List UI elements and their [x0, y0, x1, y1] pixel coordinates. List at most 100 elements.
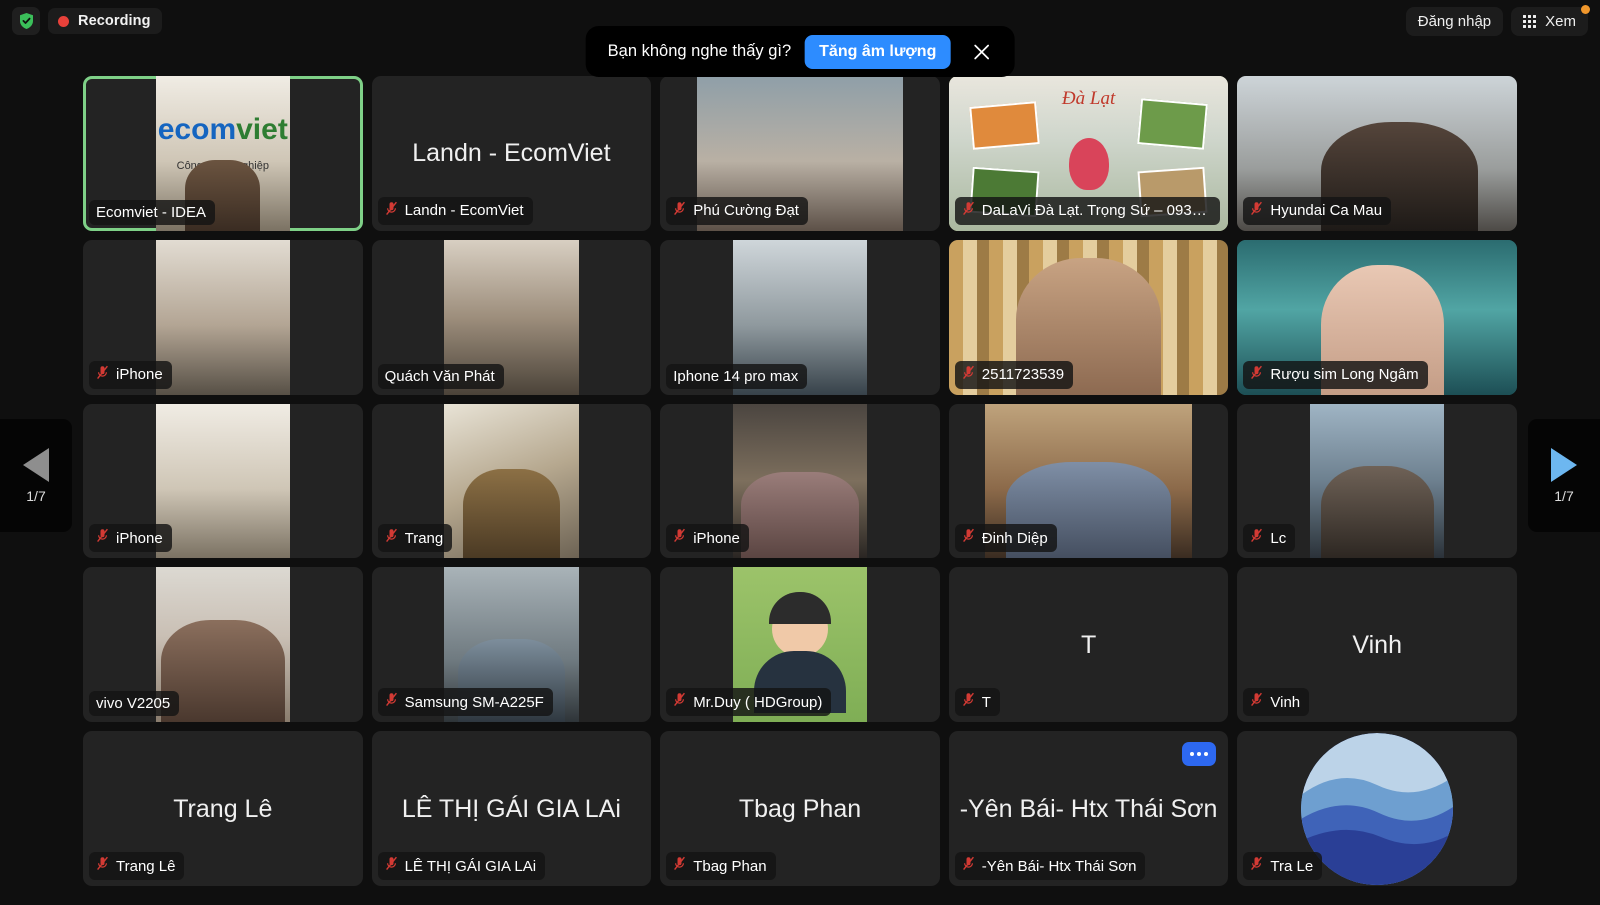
increase-volume-button[interactable]: Tăng âm lượng [805, 35, 950, 69]
participant-name-chip: Phú Cường Đạt [666, 197, 808, 225]
muted-mic-icon [962, 365, 975, 385]
participant-name-chip: Tra Le [1243, 852, 1322, 880]
participant-tile[interactable]: iPhone [83, 240, 363, 395]
notification-dot-icon [1581, 5, 1590, 14]
participant-name: Phú Cường Đạt [693, 202, 799, 219]
participant-name-chip: Ecomviet - IDEA [89, 200, 215, 225]
view-label: Xem [1545, 13, 1576, 30]
top-bar-left: Recording [12, 7, 162, 35]
muted-mic-icon [962, 528, 975, 548]
participant-name: Ecomviet - IDEA [96, 204, 206, 221]
participant-tile[interactable]: Landn - EcomViet Landn - EcomViet [372, 76, 652, 231]
participant-tile[interactable]: Tbag Phan Tbag Phan [660, 731, 940, 886]
audio-banner: Bạn không nghe thấy gì? Tăng âm lượng [586, 26, 1015, 77]
recording-label: Recording [78, 13, 151, 29]
participant-tile[interactable]: ecomviet Công tác ... nghiệp Ecomviet - … [83, 76, 363, 231]
participant-name-chip: iPhone [89, 361, 172, 389]
participant-name-chip: Đinh Diệp [955, 524, 1057, 552]
participant-name: Samsung SM-A225F [405, 694, 544, 711]
video-feed [156, 240, 290, 395]
participant-tile[interactable]: iPhone [83, 404, 363, 559]
muted-mic-icon [385, 528, 398, 548]
participant-name: iPhone [116, 530, 163, 547]
muted-mic-icon [96, 856, 109, 876]
participant-tile[interactable]: Vinh Vinh [1237, 567, 1517, 722]
recording-dot-icon [58, 16, 69, 27]
audio-banner-message: Bạn không nghe thấy gì? [608, 42, 791, 61]
muted-mic-icon [385, 856, 398, 876]
previous-page-button[interactable]: 1/7 [0, 419, 72, 532]
participant-tile[interactable]: LÊ THỊ GÁI GIA LAi LÊ THỊ GÁI GIA LAi [372, 731, 652, 886]
muted-mic-icon [385, 692, 398, 712]
grid-icon [1523, 15, 1536, 28]
muted-mic-icon [673, 528, 686, 548]
login-button[interactable]: Đăng nhập [1406, 7, 1503, 36]
shield-check-icon[interactable] [12, 7, 40, 35]
video-feed [156, 404, 290, 559]
participant-tile[interactable]: Lc [1237, 404, 1517, 559]
participant-tile[interactable]: 2511723539 [949, 240, 1229, 395]
muted-mic-icon [96, 528, 109, 548]
close-icon[interactable] [966, 37, 996, 67]
recording-indicator[interactable]: Recording [48, 8, 162, 34]
muted-mic-icon [1250, 365, 1263, 385]
participant-name-chip: 2511723539 [955, 361, 1073, 389]
participant-tile[interactable]: Trang Lê Trang Lê [83, 731, 363, 886]
participant-name: Đinh Diệp [982, 530, 1048, 547]
participant-tile[interactable]: Quách Văn Phát [372, 240, 652, 395]
participant-tile[interactable]: Tra Le [1237, 731, 1517, 886]
participant-name-chip: Rượu sim Long Ngâm [1243, 361, 1427, 389]
muted-mic-icon [1250, 528, 1263, 548]
muted-mic-icon [962, 201, 975, 221]
participant-name-chip: vivo V2205 [89, 691, 179, 716]
participant-tile[interactable]: Iphone 14 pro max [660, 240, 940, 395]
participant-grid: ecomviet Công tác ... nghiệp Ecomviet - … [83, 76, 1517, 886]
participant-name: T [982, 694, 991, 711]
participant-name: vivo V2205 [96, 695, 170, 712]
participant-tile[interactable]: Rượu sim Long Ngâm [1237, 240, 1517, 395]
participant-name-chip: T [955, 688, 1000, 716]
participant-name-chip: Landn - EcomViet [378, 197, 533, 225]
muted-mic-icon [673, 856, 686, 876]
participant-name: Landn - EcomViet [405, 202, 524, 219]
participant-name-chip: -Yên Bái- Htx Thái Sơn [955, 852, 1146, 880]
muted-mic-icon [1250, 201, 1263, 221]
participant-name-chip: Trang [378, 524, 453, 552]
participant-tile[interactable]: T T [949, 567, 1229, 722]
participant-tile[interactable]: iPhone [660, 404, 940, 559]
participant-tile[interactable]: Mr.Duy ( HDGroup) [660, 567, 940, 722]
participant-name: Mr.Duy ( HDGroup) [693, 694, 822, 711]
participant-name: Lc [1270, 530, 1286, 547]
participant-tile[interactable]: Đà Lạt DaLaVi Đà Lạt. Trọng Sứ – 0934...… [949, 76, 1229, 231]
participant-name-chip: Mr.Duy ( HDGroup) [666, 688, 831, 716]
participant-name: -Yên Bái- Htx Thái Sơn [982, 858, 1137, 875]
participant-name-chip: Vinh [1243, 688, 1309, 716]
participant-tile[interactable]: Samsung SM-A225F [372, 567, 652, 722]
participant-name-chip: Quách Văn Phát [378, 364, 504, 389]
participant-tile[interactable]: vivo V2205 [83, 567, 363, 722]
participant-tile[interactable]: Phú Cường Đạt [660, 76, 940, 231]
participant-tile[interactable]: Trang [372, 404, 652, 559]
view-button[interactable]: Xem [1511, 7, 1588, 36]
participant-name: 2511723539 [982, 366, 1064, 383]
participant-name-chip: Lc [1243, 524, 1295, 552]
participant-name-chip: LÊ THỊ GÁI GIA LAi [378, 852, 545, 880]
participant-name: Trang Lê [116, 858, 175, 875]
muted-mic-icon [1250, 692, 1263, 712]
participant-tile[interactable]: Hyundai Ca Mau [1237, 76, 1517, 231]
participant-name-chip: iPhone [666, 524, 749, 552]
participant-name-chip: Hyundai Ca Mau [1243, 197, 1391, 225]
participant-name: Tbag Phan [693, 858, 766, 875]
participant-name: iPhone [116, 366, 163, 383]
chevron-right-icon [1551, 448, 1577, 482]
participant-tile[interactable]: Đinh Diệp [949, 404, 1229, 559]
video-feed [444, 404, 578, 559]
participant-name: LÊ THỊ GÁI GIA LAi [405, 858, 536, 875]
muted-mic-icon [96, 365, 109, 385]
muted-mic-icon [673, 692, 686, 712]
next-page-button[interactable]: 1/7 [1528, 419, 1600, 532]
top-bar-right: Đăng nhập Xem [1406, 7, 1588, 36]
participant-name: iPhone [693, 530, 740, 547]
previous-page-label: 1/7 [26, 488, 45, 504]
participant-tile[interactable]: -Yên Bái- Htx Thái Sơn -Yên Bái- Htx Thá… [949, 731, 1229, 886]
